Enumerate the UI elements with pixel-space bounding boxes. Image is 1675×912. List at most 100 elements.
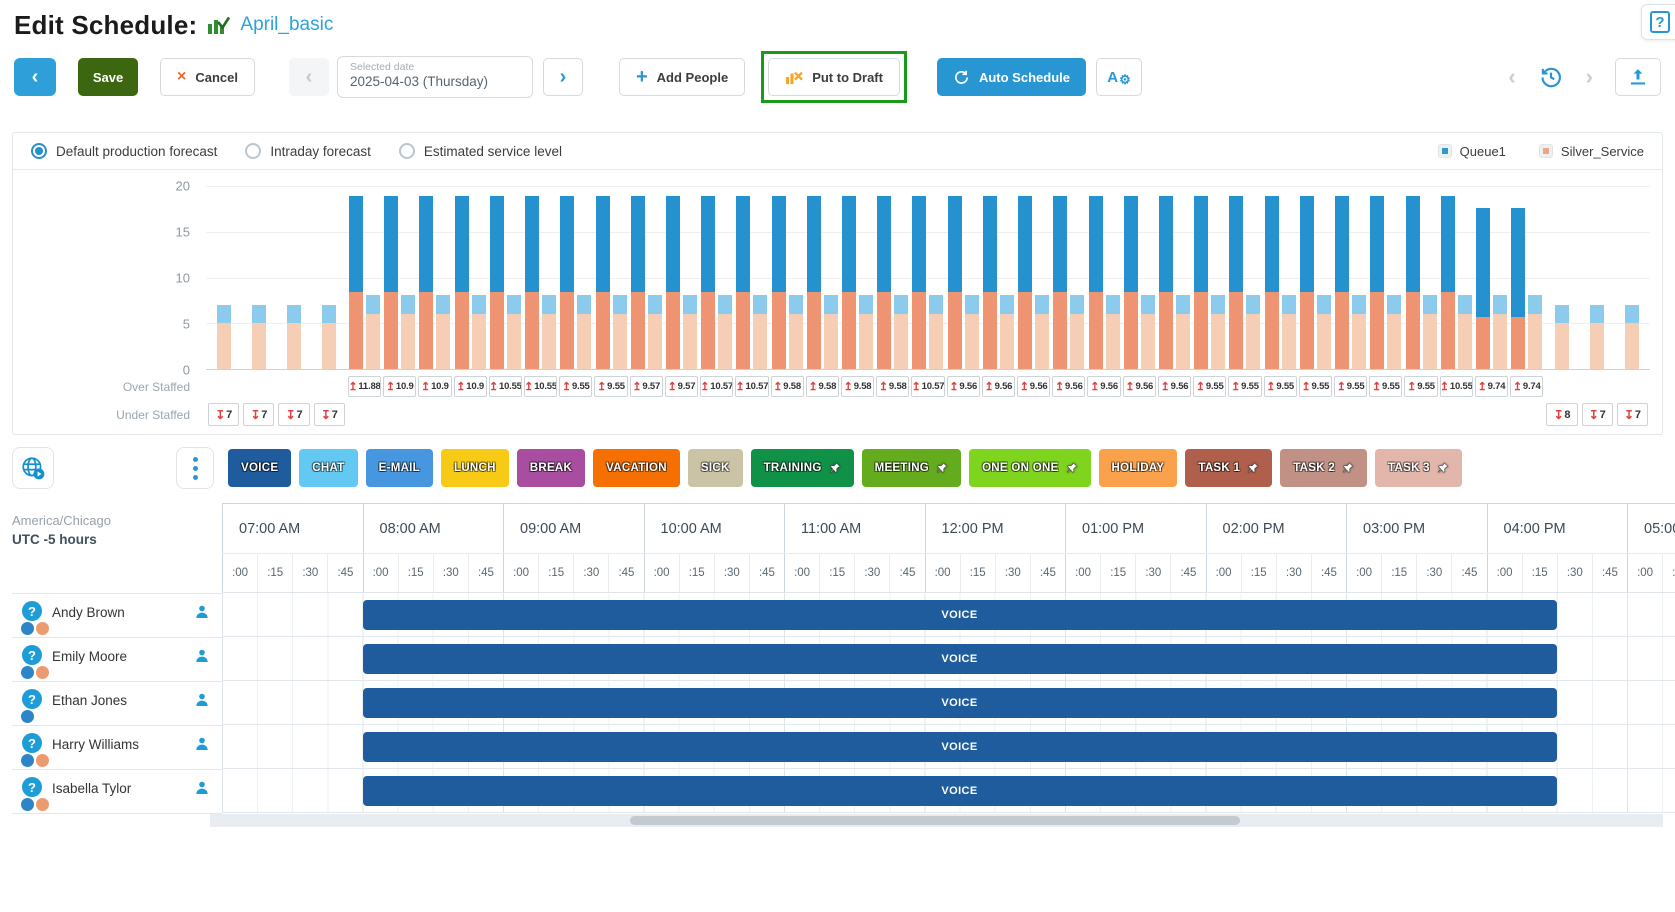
schedule-track-andy-brown[interactable]: VOICE <box>222 593 1675 637</box>
quarter-header: :00 <box>784 554 819 592</box>
shift-voice[interactable]: VOICE <box>363 644 1557 674</box>
employee-info-badge[interactable]: ? <box>22 733 42 753</box>
bar-seg-silver <box>1370 292 1384 369</box>
selected-date-field[interactable]: Selected date 2025-04-03 (Thursday) <box>337 56 533 98</box>
bar-seg-queue1 <box>455 196 469 292</box>
activity-vacation[interactable]: VACATION <box>593 449 680 487</box>
radio-default-production-forecast[interactable]: Default production forecast <box>31 143 217 159</box>
chart-slot <box>770 196 805 369</box>
chart-bar <box>1555 305 1569 369</box>
activity-holiday[interactable]: HOLIDAY <box>1099 449 1178 487</box>
schedule-name-link[interactable]: April_basic <box>240 14 333 36</box>
activity-task-2[interactable]: TASK 2 <box>1280 449 1367 487</box>
chart-bar <box>983 196 997 369</box>
value-text: 9.56 <box>995 381 1013 392</box>
value-text: 9.58 <box>889 381 907 392</box>
activity-lunch[interactable]: LUNCH <box>441 449 509 487</box>
save-button[interactable]: Save <box>78 58 138 96</box>
shift-voice[interactable]: VOICE <box>363 600 1557 630</box>
person-icon[interactable] <box>194 648 210 669</box>
over-staffed-value: ↥9.57 <box>630 376 663 397</box>
radio-intraday-forecast[interactable]: Intraday forecast <box>245 143 371 159</box>
bar-seg-queue1 <box>1441 196 1455 292</box>
bar-seg-silver <box>1265 292 1279 369</box>
legend-queue1[interactable]: Queue1 <box>1439 144 1506 159</box>
chart-plot-area <box>206 186 1650 370</box>
schedule-track-isabella-tylor[interactable]: VOICE <box>222 769 1675 813</box>
shift-voice[interactable]: VOICE <box>363 732 1557 762</box>
activity-label: MEETING <box>875 462 930 474</box>
chart-bar <box>577 295 591 369</box>
history-clock-icon[interactable] <box>1538 64 1564 90</box>
chart-slot <box>840 196 875 369</box>
value-text: 9.55 <box>1417 381 1435 392</box>
bar-seg-silver <box>1211 314 1225 369</box>
bar-seg-silver <box>648 314 662 369</box>
employee-info-badge[interactable]: ? <box>22 777 42 797</box>
quarter-header: :15 <box>1241 554 1276 592</box>
employee-info-badge[interactable]: ? <box>22 601 42 621</box>
bar-seg-queue1 <box>507 295 521 314</box>
cancel-button[interactable]: × Cancel <box>160 58 255 96</box>
schedule-track-emily-moore[interactable]: VOICE <box>222 637 1675 681</box>
person-icon[interactable] <box>194 736 210 757</box>
value-text: 10.9 <box>466 381 484 392</box>
shift-voice[interactable]: VOICE <box>363 688 1557 718</box>
legend-silver-service[interactable]: Silver_Service <box>1540 144 1644 159</box>
activity-e-mail[interactable]: E-MAIL <box>366 449 433 487</box>
value-text: 9.55 <box>1382 381 1400 392</box>
y-tick-label: 10 <box>176 271 190 286</box>
timezone-globe-button[interactable] <box>12 447 54 489</box>
radio-estimated-service-level[interactable]: Estimated service level <box>399 143 562 159</box>
agent-letter-icon: A <box>1107 69 1118 86</box>
schedule-track-harry-williams[interactable]: VOICE <box>222 725 1675 769</box>
auto-schedule-button[interactable]: Auto Schedule <box>937 58 1086 96</box>
scrollbar-thumb[interactable] <box>630 816 1240 825</box>
bar-seg-silver <box>366 314 380 369</box>
employee-info-badge[interactable]: ? <box>22 645 42 665</box>
person-icon[interactable] <box>194 604 210 625</box>
help-button[interactable]: ? <box>1641 4 1675 40</box>
put-to-draft-button[interactable]: Put to Draft <box>768 58 900 96</box>
quarter-header: :00 <box>1627 554 1662 592</box>
over-staffed-value: ↥9.55 <box>1404 376 1437 397</box>
over-staffed-value: ↥9.56 <box>1087 376 1120 397</box>
activity-break[interactable]: BREAK <box>517 449 585 487</box>
activity-meeting[interactable]: MEETING <box>862 449 962 487</box>
prev-date-button[interactable]: ‹ <box>289 58 329 96</box>
scrollbar-track[interactable] <box>210 814 1663 827</box>
value-text: 7 <box>1635 409 1641 421</box>
schedule-track-ethan-jones[interactable]: VOICE <box>222 681 1675 725</box>
activity-task-1[interactable]: TASK 1 <box>1185 449 1272 487</box>
add-people-button[interactable]: + Add People <box>619 58 745 96</box>
chart-bar <box>1387 295 1401 369</box>
chart-bar <box>1335 196 1349 369</box>
timeline-column: 07:00 AM08:00 AM09:00 AM10:00 AM11:00 AM… <box>222 503 1675 814</box>
hour-header: 11:00 AM <box>784 504 925 553</box>
activity-chat[interactable]: CHAT <box>299 449 357 487</box>
shift-voice[interactable]: VOICE <box>363 776 1557 806</box>
row-menu-button[interactable] <box>176 447 214 489</box>
next-chevron-icon: › <box>560 66 567 89</box>
radio-circle-icon <box>31 143 47 159</box>
activity-training[interactable]: TRAINING <box>751 449 854 487</box>
agent-settings-button[interactable]: A ⚙ <box>1096 58 1142 96</box>
activity-one-on-one[interactable]: ONE ON ONE <box>969 449 1090 487</box>
export-button[interactable] <box>1615 58 1661 96</box>
employee-info-badge[interactable]: ? <box>22 689 42 709</box>
bar-seg-queue1 <box>983 196 997 292</box>
put-to-draft-highlight: Put to Draft <box>761 51 907 103</box>
activity-label: VACATION <box>606 462 667 474</box>
person-icon[interactable] <box>194 692 210 713</box>
activity-task-3[interactable]: TASK 3 <box>1375 449 1462 487</box>
chart-legend: Queue1 Silver_Service <box>1439 144 1644 159</box>
next-date-button[interactable]: › <box>543 58 583 96</box>
person-icon[interactable] <box>194 780 210 801</box>
activity-voice[interactable]: VOICE <box>228 449 291 487</box>
history-prev-button[interactable]: ‹ <box>1502 63 1521 91</box>
activity-sick[interactable]: SICK <box>688 449 743 487</box>
value-text: 7 <box>226 409 232 421</box>
back-button[interactable]: ‹ <box>14 58 56 96</box>
history-next-button[interactable]: › <box>1580 63 1599 91</box>
value-text: 9.57 <box>642 381 660 392</box>
